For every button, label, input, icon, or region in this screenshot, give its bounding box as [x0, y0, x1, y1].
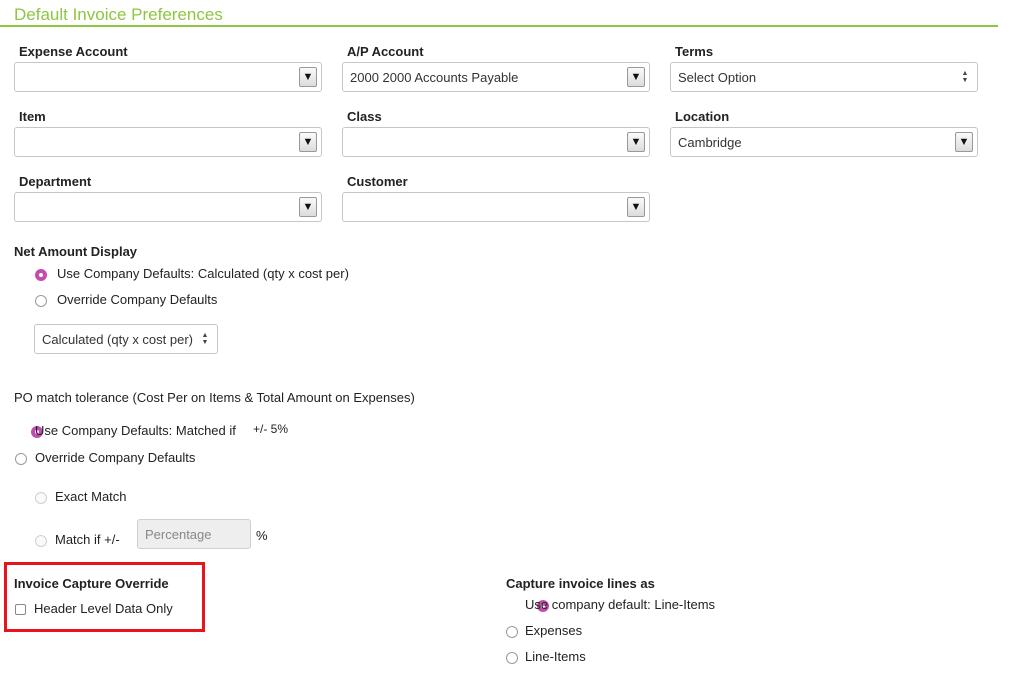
- net-amount-select-value: Calculated (qty x cost per): [42, 331, 194, 347]
- capture-lines-expenses-radio[interactable]: [506, 626, 518, 638]
- class-select[interactable]: ▼: [342, 127, 650, 157]
- invoice-capture-label: Invoice Capture Override: [14, 576, 169, 591]
- capture-lines-line-items-label: Line-Items: [525, 649, 586, 664]
- net-amount-override-radio[interactable]: [35, 295, 47, 307]
- up-arrow-icon: ▲: [201, 332, 209, 339]
- po-match-label: PO match tolerance (Cost Per on Items & …: [14, 390, 415, 405]
- up-arrow-icon: ▲: [961, 70, 969, 77]
- expense-account-label: Expense Account: [19, 44, 128, 59]
- expense-account-select[interactable]: ▼: [14, 62, 322, 92]
- down-arrow-icon: ▼: [961, 77, 969, 84]
- ap-account-label: A/P Account: [347, 44, 424, 59]
- match-if-radio[interactable]: [35, 535, 47, 547]
- customer-label: Customer: [347, 174, 408, 189]
- capture-lines-label: Capture invoice lines as: [506, 576, 655, 591]
- terms-label: Terms: [675, 44, 714, 59]
- department-label: Department: [19, 174, 92, 189]
- customer-select[interactable]: ▼: [342, 192, 650, 222]
- item-select[interactable]: ▼: [14, 127, 322, 157]
- exact-match-label: Exact Match: [55, 489, 127, 504]
- net-amount-select[interactable]: Calculated (qty x cost per) ▲ ▼: [34, 324, 218, 354]
- capture-lines-expenses-label: Expenses: [525, 623, 583, 638]
- percentage-input[interactable]: Percentage: [137, 519, 251, 549]
- sort-arrows-icon: ▲ ▼: [198, 332, 212, 346]
- sort-arrows-icon: ▲ ▼: [958, 70, 972, 84]
- terms-value: Select Option: [678, 69, 757, 85]
- ap-account-select[interactable]: 2000 2000 Accounts Payable ▼: [342, 62, 650, 92]
- capture-lines-line-items-radio[interactable]: [506, 652, 518, 664]
- net-amount-default-label: Use Company Defaults: Calculated (qty x …: [57, 266, 349, 281]
- chevron-down-icon[interactable]: ▼: [627, 132, 645, 152]
- exact-match-radio[interactable]: [35, 492, 47, 504]
- class-label: Class: [347, 109, 382, 124]
- down-arrow-icon: ▼: [201, 339, 209, 346]
- capture-lines-default-label: Use company default: Line-Items: [525, 597, 716, 612]
- location-value: Cambridge: [678, 134, 742, 150]
- section-title: Default Invoice Preferences: [14, 5, 223, 24]
- chevron-down-icon[interactable]: ▼: [299, 132, 317, 152]
- chevron-down-icon[interactable]: ▼: [955, 132, 973, 152]
- department-select[interactable]: ▼: [14, 192, 322, 222]
- po-match-default-label: Use Company Defaults: Matched if: [35, 423, 236, 438]
- highlight-box: [4, 562, 205, 632]
- header-level-checkbox[interactable]: [15, 604, 26, 615]
- ap-account-value: 2000 2000 Accounts Payable: [350, 69, 519, 85]
- po-match-override-label: Override Company Defaults: [35, 450, 196, 465]
- percentage-placeholder: Percentage: [145, 526, 212, 542]
- match-if-label: Match if +/-: [55, 532, 120, 547]
- location-label: Location: [675, 109, 730, 124]
- net-amount-default-radio[interactable]: [35, 269, 47, 281]
- location-select[interactable]: Cambridge ▼: [670, 127, 978, 157]
- item-label: Item: [19, 109, 46, 124]
- header-level-label: Header Level Data Only: [34, 601, 173, 616]
- chevron-down-icon[interactable]: ▼: [299, 197, 317, 217]
- chevron-down-icon[interactable]: ▼: [299, 67, 317, 87]
- net-amount-label: Net Amount Display: [14, 244, 138, 259]
- chevron-down-icon[interactable]: ▼: [627, 67, 645, 87]
- section-divider: [0, 25, 998, 27]
- percent-sign: %: [256, 528, 268, 543]
- net-amount-override-label: Override Company Defaults: [57, 292, 218, 307]
- po-match-override-radio[interactable]: [15, 453, 27, 465]
- po-match-default-value: +/- 5%: [253, 422, 289, 436]
- chevron-down-icon[interactable]: ▼: [627, 197, 645, 217]
- terms-select[interactable]: Select Option ▲ ▼: [670, 62, 978, 92]
